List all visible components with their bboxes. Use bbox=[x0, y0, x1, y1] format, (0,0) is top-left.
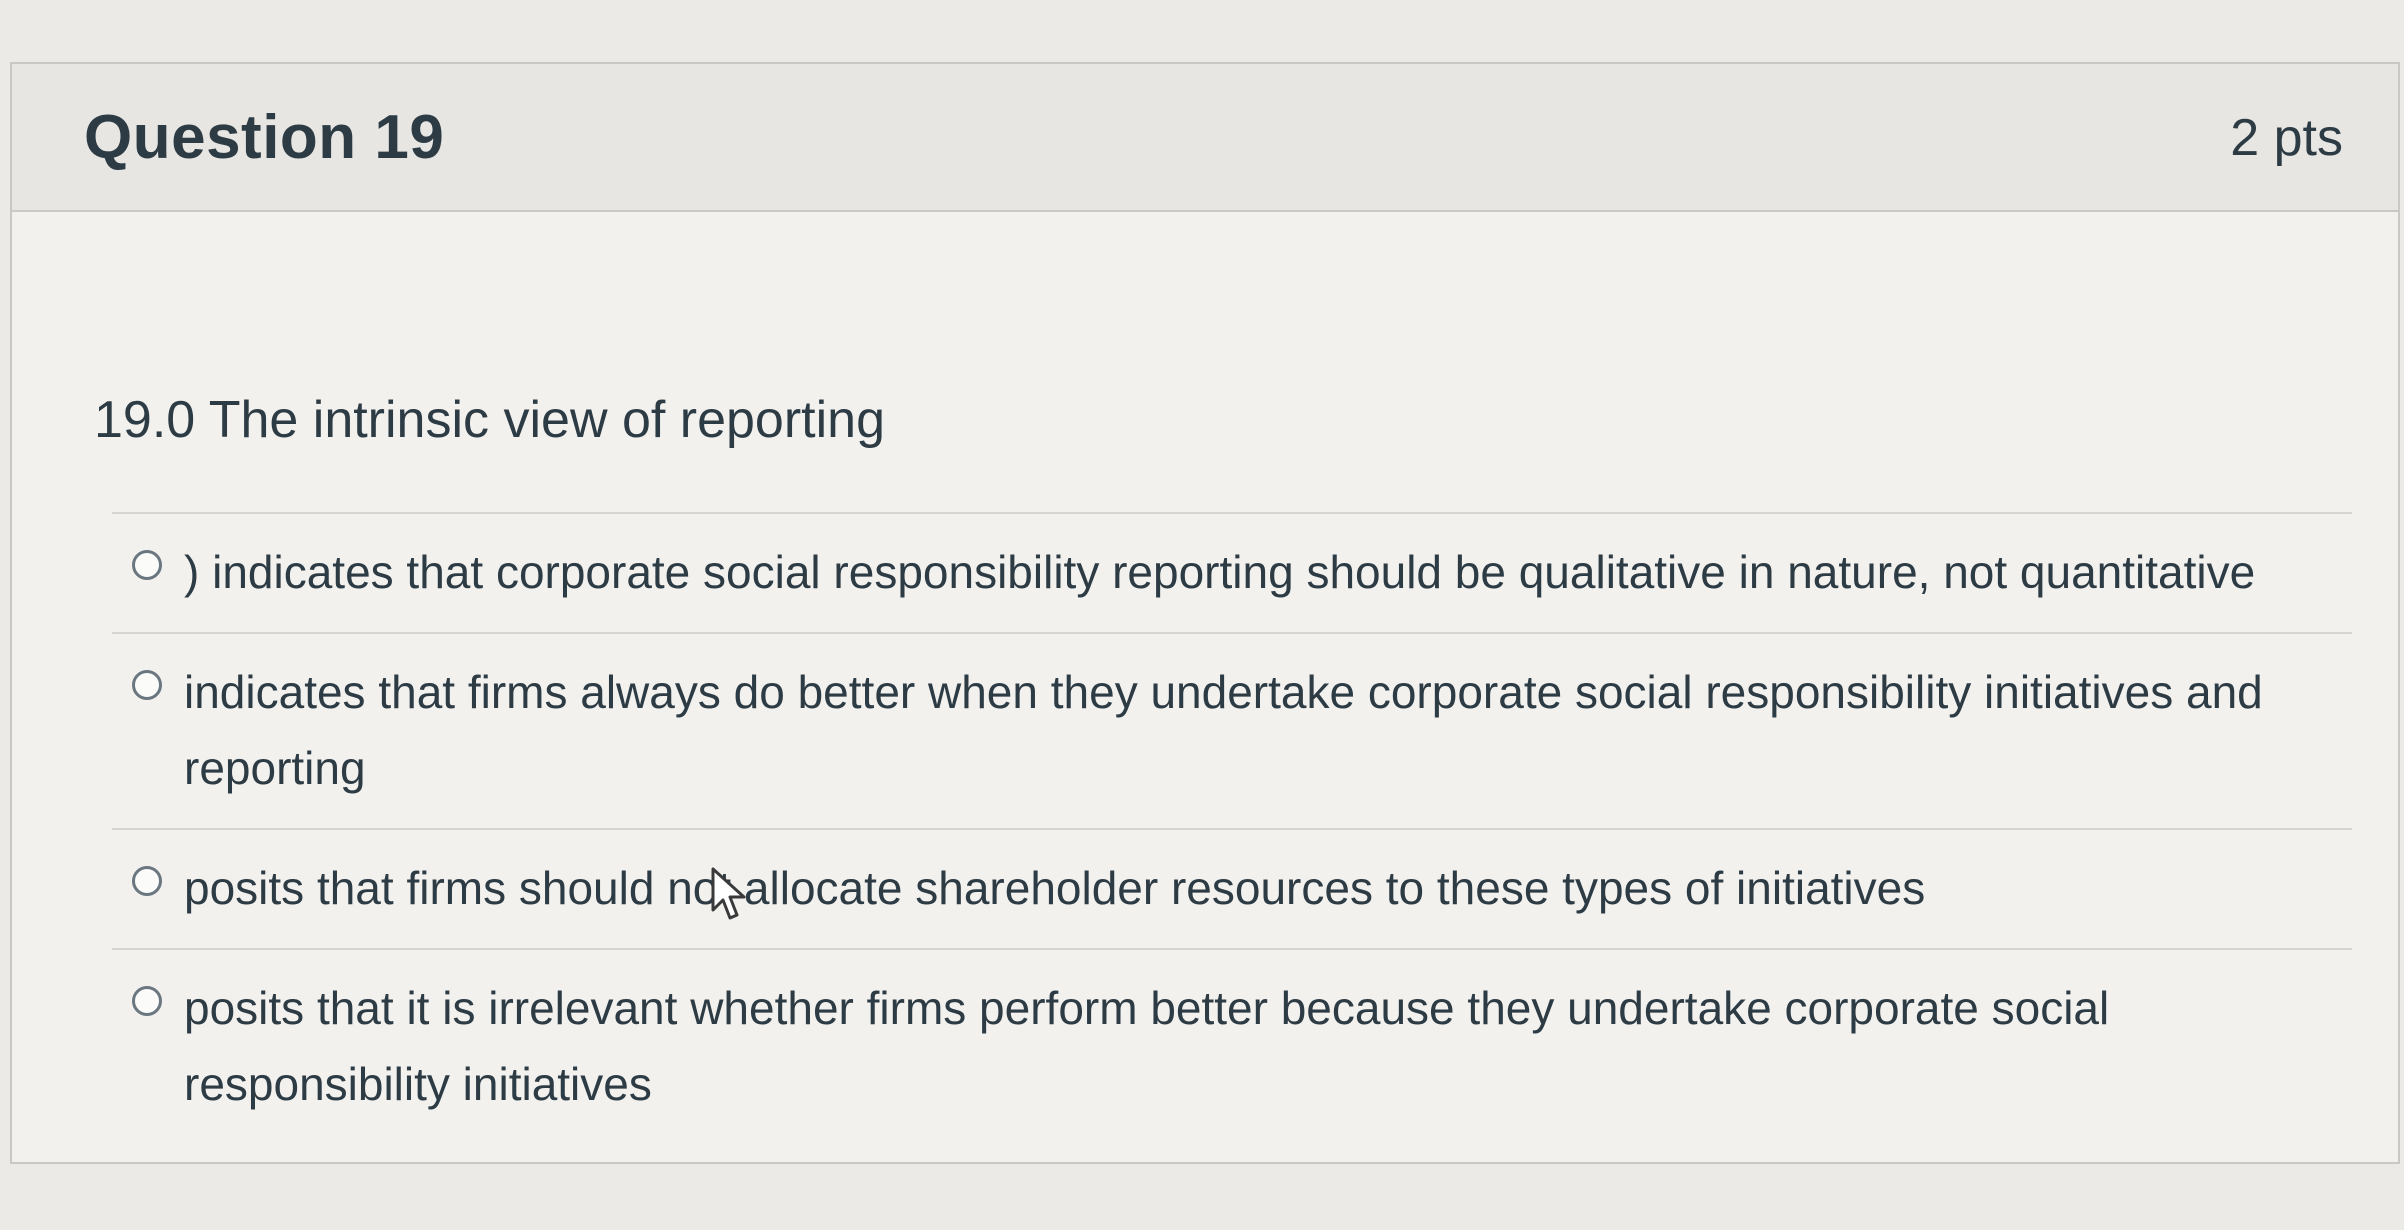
question-text: 19.0 The intrinsic view of reporting bbox=[94, 391, 885, 449]
answer-list: ) indicates that corporate social respon… bbox=[112, 512, 2352, 1144]
answer-option-3[interactable]: posits that firms should not allocate sh… bbox=[112, 828, 2352, 948]
answer-label[interactable]: posits that it is irrelevant whether fir… bbox=[184, 970, 2264, 1122]
question-title: Question 19 bbox=[84, 103, 445, 172]
answer-label[interactable]: indicates that firms always do better wh… bbox=[184, 654, 2264, 806]
radio-button-icon[interactable] bbox=[132, 866, 162, 896]
answer-label[interactable]: ) indicates that corporate social respon… bbox=[184, 534, 2255, 610]
radio-button-icon[interactable] bbox=[132, 986, 162, 1016]
answer-label[interactable]: posits that firms should not allocate sh… bbox=[184, 850, 1925, 926]
answer-option-2[interactable]: indicates that firms always do better wh… bbox=[112, 632, 2352, 828]
radio-button-icon[interactable] bbox=[132, 550, 162, 580]
question-points: 2 pts bbox=[2230, 109, 2343, 167]
answer-option-4[interactable]: posits that it is irrelevant whether fir… bbox=[112, 948, 2352, 1144]
question-card: Question 19 2 pts 19.0 The intrinsic vie… bbox=[10, 62, 2400, 1164]
answer-option-1[interactable]: ) indicates that corporate social respon… bbox=[112, 512, 2352, 632]
mouse-pointer-icon bbox=[711, 867, 746, 920]
radio-button-icon[interactable] bbox=[132, 670, 162, 700]
question-header: Question 19 2 pts bbox=[12, 64, 2398, 212]
